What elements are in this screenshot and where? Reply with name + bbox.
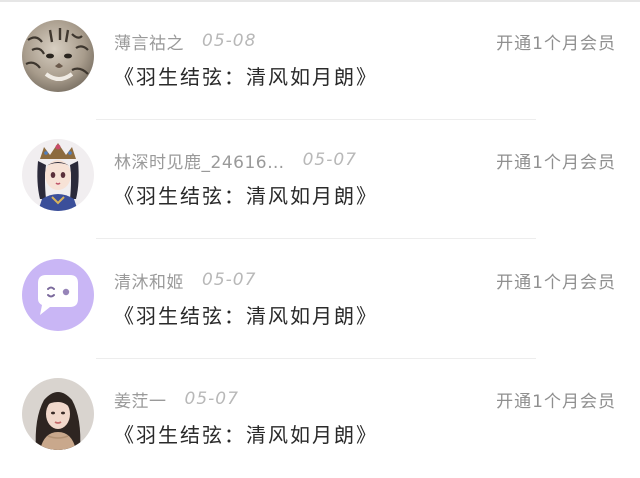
comment-list: 薄言祜之 05-08 开通1个月会员 《羽生结弦：清风如月朗》 林深时见鹿_24… bbox=[0, 0, 640, 476]
comment-text: 《羽生结弦：清风如月朗》 bbox=[114, 64, 378, 89]
chat-bubble-avatar[interactable] bbox=[22, 259, 94, 331]
username[interactable]: 林深时见鹿_24616… bbox=[114, 148, 285, 173]
comment-date: 05-07 bbox=[202, 270, 257, 290]
comment-meta: 林深时见鹿_24616… 05-07 bbox=[114, 147, 357, 173]
woman-portrait-avatar[interactable] bbox=[22, 378, 94, 450]
membership-label: 开通1个月会员 bbox=[496, 391, 616, 412]
list-item[interactable]: 姜茳一 05-07 开通1个月会员 《羽生结弦：清风如月朗》 bbox=[0, 358, 640, 478]
comment-date: 05-07 bbox=[184, 389, 239, 409]
comment-date: 05-08 bbox=[202, 31, 257, 51]
comment-date: 05-07 bbox=[302, 150, 357, 170]
comment-meta: 清沐和姬 05-07 bbox=[114, 267, 256, 293]
comment-meta: 姜茳一 05-07 bbox=[114, 386, 239, 412]
woman-portrait-icon bbox=[22, 378, 94, 450]
comment-meta: 薄言祜之 05-08 bbox=[114, 28, 256, 54]
anime-princess-icon bbox=[22, 139, 94, 211]
comment-text: 《羽生结弦：清风如月朗》 bbox=[114, 183, 378, 208]
username[interactable]: 姜茳一 bbox=[114, 387, 167, 412]
tiger-cub-avatar[interactable] bbox=[22, 20, 94, 92]
membership-label: 开通1个月会员 bbox=[496, 152, 616, 173]
username[interactable]: 清沐和姬 bbox=[114, 268, 184, 293]
comment-text: 《羽生结弦：清风如月朗》 bbox=[114, 422, 378, 447]
membership-label: 开通1个月会员 bbox=[496, 272, 616, 293]
chat-bubble-icon bbox=[22, 259, 94, 331]
list-item[interactable]: 清沐和姬 05-07 开通1个月会员 《羽生结弦：清风如月朗》 bbox=[0, 239, 640, 359]
list-item[interactable]: 林深时见鹿_24616… 05-07 开通1个月会员 《羽生结弦：清风如月朗》 bbox=[0, 119, 640, 239]
list-item[interactable]: 薄言祜之 05-08 开通1个月会员 《羽生结弦：清风如月朗》 bbox=[0, 0, 640, 120]
comment-text: 《羽生结弦：清风如月朗》 bbox=[114, 303, 378, 328]
membership-label: 开通1个月会员 bbox=[496, 33, 616, 54]
username[interactable]: 薄言祜之 bbox=[114, 29, 184, 54]
anime-princess-avatar[interactable] bbox=[22, 139, 94, 211]
tiger-cub-icon bbox=[22, 20, 94, 92]
